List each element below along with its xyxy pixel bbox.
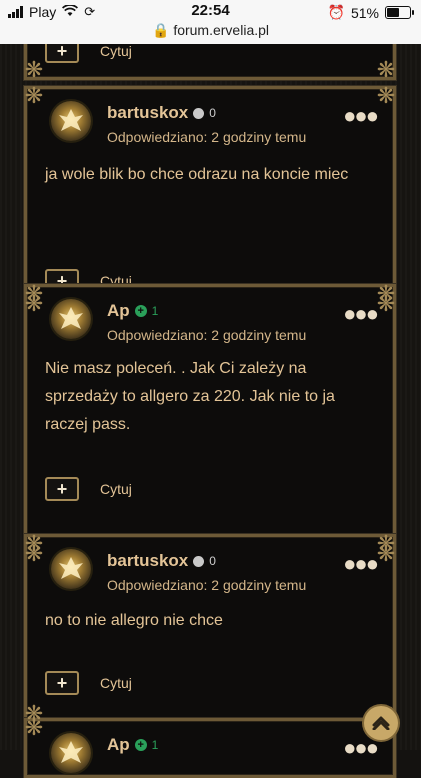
status-right: ⏰ 51% bbox=[327, 4, 414, 21]
post-author[interactable]: bartuskox 0 bbox=[107, 103, 216, 123]
avatar[interactable] bbox=[51, 549, 91, 589]
ornament-corner-icon: ❋ bbox=[24, 83, 44, 108]
reputation-count: 0 bbox=[209, 106, 216, 120]
ornament-corner-icon: ❋ bbox=[24, 57, 44, 82]
ornament-corner-icon: ❋ bbox=[376, 281, 396, 306]
quote-button[interactable]: + bbox=[45, 477, 79, 501]
ornament-corner-icon: ❋ bbox=[24, 531, 44, 556]
emblem-icon bbox=[59, 307, 83, 329]
more-options-icon[interactable]: ●●● bbox=[343, 735, 379, 761]
status-bar: Play ⟳ 22:54 🔒 forum.ervelia.pl ⏰ 51% bbox=[0, 0, 421, 44]
post-content: no to nie allegro nie chce bbox=[45, 612, 223, 629]
post: ❋ ❋ ❋ ❋ bartuskox 0 Odpowiedziano: 2 god… bbox=[24, 83, 396, 316]
reputation-count: 1 bbox=[151, 304, 159, 318]
more-options-icon[interactable]: ●●● bbox=[343, 551, 379, 577]
post-meta: Odpowiedziano: 2 godziny temu bbox=[107, 129, 307, 145]
post-meta: Odpowiedziano: 2 godziny temu bbox=[107, 327, 307, 343]
post-author[interactable]: Ap + 1 bbox=[107, 301, 158, 321]
username[interactable]: Ap bbox=[107, 735, 130, 755]
ornament-corner-icon: ❋ bbox=[376, 531, 396, 556]
post-author[interactable]: bartuskox 0 bbox=[107, 551, 216, 571]
post-content: ja wole blik bo chce odrazu na koncie mi… bbox=[45, 166, 349, 183]
emblem-icon bbox=[59, 557, 83, 579]
battery-percent: 51% bbox=[350, 4, 379, 21]
ornament-corner-icon: ❋ bbox=[24, 715, 44, 740]
post-content: Nie masz poleceń. . Jak Ci zależy na spr… bbox=[45, 360, 335, 433]
emblem-icon bbox=[59, 741, 83, 763]
reputation-count: 0 bbox=[209, 554, 216, 568]
url-bar[interactable]: 🔒 forum.ervelia.pl bbox=[0, 22, 421, 39]
reputation-plus-icon: + bbox=[134, 739, 147, 751]
post: ❋ ❋ ❋ ❋ Ap + 1 Odpowiedziano: 2 godziny … bbox=[24, 281, 396, 566]
reputation-plus-icon: + bbox=[134, 305, 147, 317]
ornament-corner-icon: ❋ bbox=[24, 281, 44, 306]
avatar[interactable] bbox=[51, 101, 91, 141]
username[interactable]: bartuskox bbox=[107, 551, 188, 571]
post-author[interactable]: Ap + 1 bbox=[107, 735, 158, 755]
lock-icon: 🔒 bbox=[151, 22, 170, 38]
post-meta: Odpowiedziano: 2 godziny temu bbox=[107, 577, 307, 593]
post: ❋ ❋ ❋ ❋ bartuskox 0 Odpowiedziano: 2 god… bbox=[24, 531, 396, 726]
chevron-up-icon bbox=[372, 716, 390, 730]
reputation-neutral-icon bbox=[193, 555, 205, 567]
username[interactable]: Ap bbox=[107, 301, 130, 321]
more-options-icon[interactable]: ●●● bbox=[343, 103, 379, 129]
quote-label[interactable]: Cytuj bbox=[100, 675, 132, 691]
scroll-to-top-button[interactable] bbox=[364, 706, 398, 740]
alarm-icon: ⏰ bbox=[327, 4, 345, 20]
forum-page: ❋ ❋ + Cytuj ❋ ❋ ❋ ❋ bartuskox 0 Odpowied… bbox=[0, 24, 421, 778]
username[interactable]: bartuskox bbox=[107, 103, 188, 123]
emblem-icon bbox=[59, 109, 83, 131]
more-options-icon[interactable]: ●●● bbox=[343, 301, 379, 327]
url-text: forum.ervelia.pl bbox=[173, 22, 270, 38]
quote-label[interactable]: Cytuj bbox=[100, 43, 132, 59]
quote-button[interactable]: + bbox=[45, 671, 79, 695]
avatar[interactable] bbox=[51, 733, 91, 773]
avatar[interactable] bbox=[51, 299, 91, 339]
ornament-corner-icon: ❋ bbox=[376, 83, 396, 108]
quote-label[interactable]: Cytuj bbox=[100, 481, 132, 497]
reputation-neutral-icon bbox=[193, 107, 205, 119]
post-partial-bottom: ❋ ❋ Ap + 1 ●●● bbox=[24, 715, 396, 778]
battery-icon bbox=[385, 6, 414, 19]
ornament-corner-icon: ❋ bbox=[376, 57, 396, 82]
